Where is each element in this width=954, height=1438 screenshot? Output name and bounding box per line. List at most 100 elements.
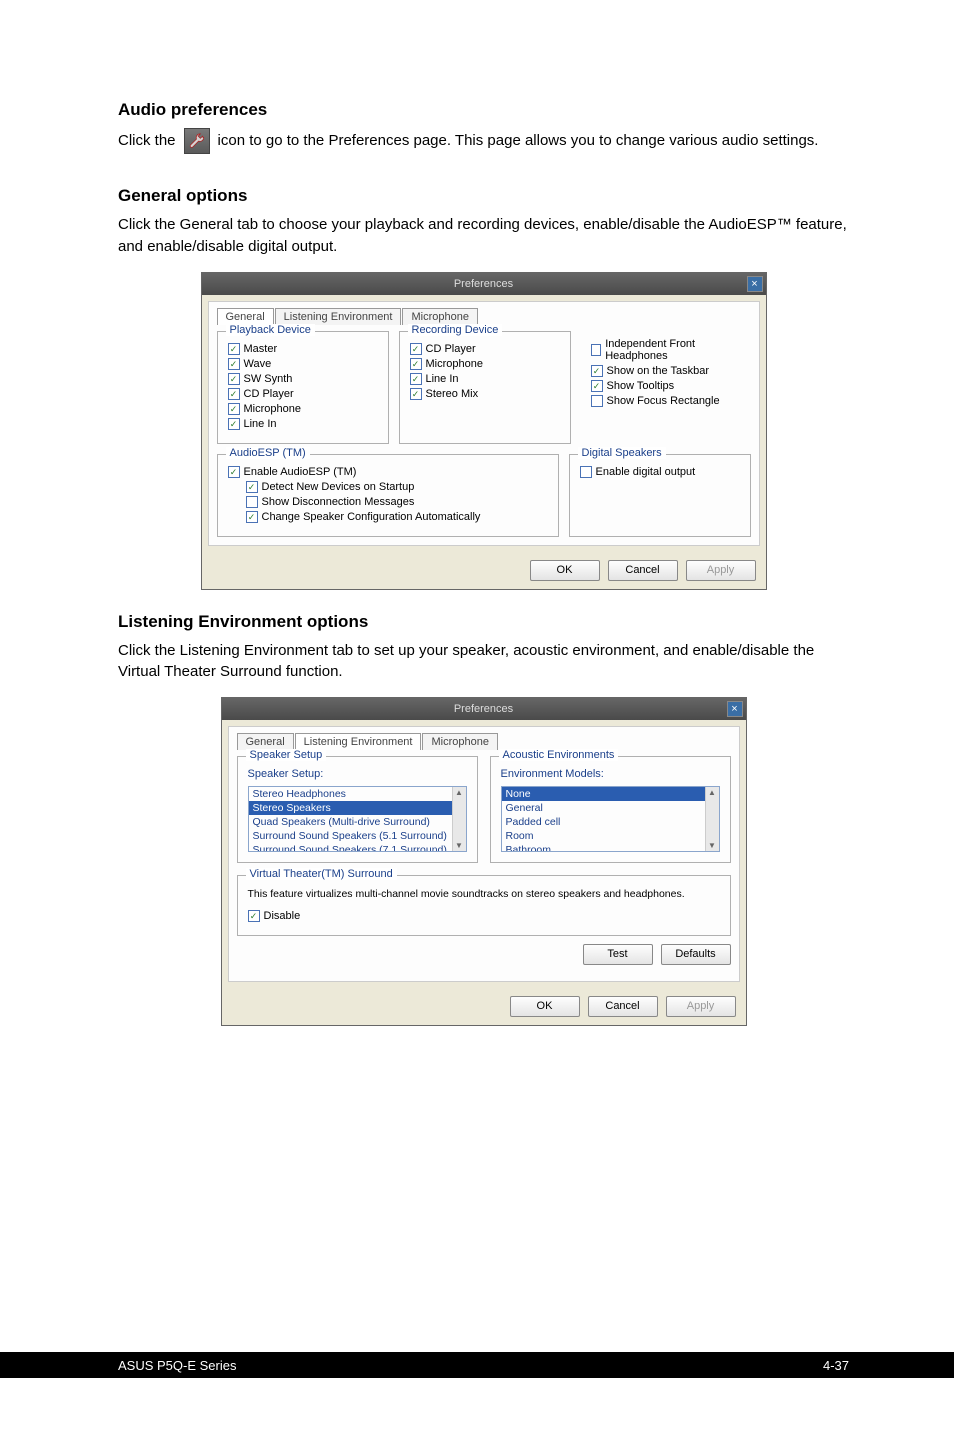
checkbox-icon[interactable]: ✓ <box>591 365 603 377</box>
list-item[interactable]: None <box>502 787 705 801</box>
page-footer: ASUS P5Q-E Series 4-37 <box>0 1352 954 1378</box>
checkbox-icon[interactable]: ✓ <box>246 511 258 523</box>
scroll-up-icon[interactable]: ▲ <box>455 788 463 797</box>
opt-vts-disable[interactable]: ✓ Disable <box>248 910 720 922</box>
dialog-button-row: OK Cancel Apply <box>202 552 766 589</box>
opt-show-focus-rect[interactable]: Show Focus Rectangle <box>591 395 741 407</box>
checkbox-icon[interactable] <box>591 395 603 407</box>
playback-item[interactable]: ✓SW Synth <box>228 373 378 385</box>
recording-item[interactable]: ✓Stereo Mix <box>410 388 560 400</box>
group-recording-device: Recording Device ✓CD Player ✓Microphone … <box>399 331 571 444</box>
checkbox-icon[interactable]: ✓ <box>591 380 603 392</box>
list-item[interactable]: General <box>502 801 705 815</box>
recording-label: Microphone <box>426 358 483 370</box>
heading-general-options: General options <box>118 186 849 206</box>
test-button[interactable]: Test <box>583 944 653 965</box>
option-label: Disable <box>264 910 301 922</box>
scrollbar[interactable]: ▲▼ <box>452 787 466 851</box>
list-item[interactable]: Surround Sound Speakers (5.1 Surround) <box>249 829 452 843</box>
acoustic-listbox[interactable]: None General Padded cell Room Bathroom ▲… <box>501 786 720 852</box>
playback-item[interactable]: ✓ Master <box>228 343 378 355</box>
scroll-down-icon[interactable]: ▼ <box>708 841 716 850</box>
wrench-icon <box>184 128 210 154</box>
recording-item[interactable]: ✓Line In <box>410 373 560 385</box>
list-item[interactable]: Quad Speakers (Multi-drive Surround) <box>249 815 452 829</box>
scroll-up-icon[interactable]: ▲ <box>708 788 716 797</box>
checkbox-icon[interactable]: ✓ <box>410 388 422 400</box>
opt-show-taskbar[interactable]: ✓Show on the Taskbar <box>591 365 741 377</box>
opt-enable-audioesp[interactable]: ✓ Enable AudioESP (TM) <box>228 466 548 478</box>
checkbox-icon[interactable]: ✓ <box>228 358 240 370</box>
cancel-button[interactable]: Cancel <box>608 560 678 581</box>
opt-independent-headphones[interactable]: Independent Front Headphones <box>591 338 741 362</box>
playback-item[interactable]: ✓Line In <box>228 418 378 430</box>
option-label: Enable AudioESP (TM) <box>244 466 357 478</box>
checkbox-icon[interactable]: ✓ <box>228 343 240 355</box>
checkbox-icon[interactable]: ✓ <box>246 481 258 493</box>
checkbox-icon[interactable]: ✓ <box>228 466 240 478</box>
group-title-acoustic: Acoustic Environments <box>499 749 619 761</box>
checkbox-icon[interactable]: ✓ <box>228 418 240 430</box>
tab-listening[interactable]: Listening Environment <box>295 733 422 750</box>
tab-general[interactable]: General <box>237 733 294 750</box>
dialog-titlebar: Preferences × <box>222 698 746 720</box>
opt-show-disconnect[interactable]: Show Disconnection Messages <box>246 496 548 508</box>
defaults-button[interactable]: Defaults <box>661 944 731 965</box>
speaker-listbox[interactable]: Stereo Headphones Stereo Speakers Quad S… <box>248 786 467 852</box>
general-options-intro: Click the General tab to choose your pla… <box>118 214 849 258</box>
tab-microphone[interactable]: Microphone <box>402 308 477 325</box>
close-icon[interactable]: × <box>727 701 743 717</box>
list-item[interactable]: Stereo Speakers <box>249 801 452 815</box>
checkbox-icon[interactable]: ✓ <box>248 910 260 922</box>
ok-button[interactable]: OK <box>530 560 600 581</box>
group-speaker-setup: Speaker Setup Speaker Setup: Stereo Head… <box>237 756 478 863</box>
recording-item[interactable]: ✓ CD Player <box>410 343 560 355</box>
list-item[interactable]: Bathroom <box>502 843 705 851</box>
list-item[interactable]: Surround Sound Speakers (7.1 Surround) <box>249 843 452 851</box>
cancel-button[interactable]: Cancel <box>588 996 658 1017</box>
option-label: Detect New Devices on Startup <box>262 481 415 493</box>
checkbox-icon[interactable]: ✓ <box>228 388 240 400</box>
tab-bar: General Listening Environment Microphone <box>237 733 731 750</box>
list-item[interactable]: Stereo Headphones <box>249 787 452 801</box>
playback-item[interactable]: ✓Microphone <box>228 403 378 415</box>
tab-microphone[interactable]: Microphone <box>422 733 497 750</box>
playback-item[interactable]: ✓Wave <box>228 358 378 370</box>
scrollbar[interactable]: ▲▼ <box>705 787 719 851</box>
option-label: Show Tooltips <box>607 380 675 392</box>
preferences-dialog-listening: Preferences × General Listening Environm… <box>221 697 747 1026</box>
close-icon[interactable]: × <box>747 276 763 292</box>
checkbox-icon[interactable]: ✓ <box>228 403 240 415</box>
tab-general[interactable]: General <box>217 308 274 325</box>
ok-button[interactable]: OK <box>510 996 580 1017</box>
list-item[interactable]: Room <box>502 829 705 843</box>
checkbox-icon[interactable]: ✓ <box>410 373 422 385</box>
playback-item[interactable]: ✓CD Player <box>228 388 378 400</box>
playback-label: Master <box>244 343 278 355</box>
group-title-playback: Playback Device <box>226 324 315 336</box>
checkbox-icon[interactable] <box>580 466 592 478</box>
opt-detect-startup[interactable]: ✓ Detect New Devices on Startup <box>246 481 548 493</box>
dialog-title: Preferences <box>454 278 513 290</box>
recording-label: CD Player <box>426 343 476 355</box>
list-item[interactable]: Padded cell <box>502 815 705 829</box>
recording-item[interactable]: ✓ Microphone <box>410 358 560 370</box>
tab-listening[interactable]: Listening Environment <box>275 308 402 325</box>
opt-change-cfg-auto[interactable]: ✓Change Speaker Configuration Automatica… <box>246 511 548 523</box>
group-virtual-theater: Virtual Theater(TM) Surround This featur… <box>237 875 731 936</box>
checkbox-icon[interactable]: ✓ <box>410 343 422 355</box>
opt-enable-digital-output[interactable]: Enable digital output <box>580 466 740 478</box>
scroll-down-icon[interactable]: ▼ <box>455 841 463 850</box>
apply-button[interactable]: Apply <box>666 996 736 1017</box>
tab-bar: General Listening Environment Microphone <box>217 308 751 325</box>
checkbox-icon[interactable]: ✓ <box>228 373 240 385</box>
apply-button[interactable]: Apply <box>686 560 756 581</box>
group-title-audioesp: AudioESP (TM) <box>226 447 310 459</box>
checkbox-icon[interactable] <box>246 496 258 508</box>
checkbox-icon[interactable]: ✓ <box>410 358 422 370</box>
dialog-title: Preferences <box>454 703 513 715</box>
preferences-dialog-general: Preferences × General Listening Environm… <box>201 272 767 590</box>
checkbox-icon[interactable] <box>591 344 602 356</box>
opt-show-tooltips[interactable]: ✓ Show Tooltips <box>591 380 741 392</box>
listening-env-intro: Click the Listening Environment tab to s… <box>118 640 849 684</box>
